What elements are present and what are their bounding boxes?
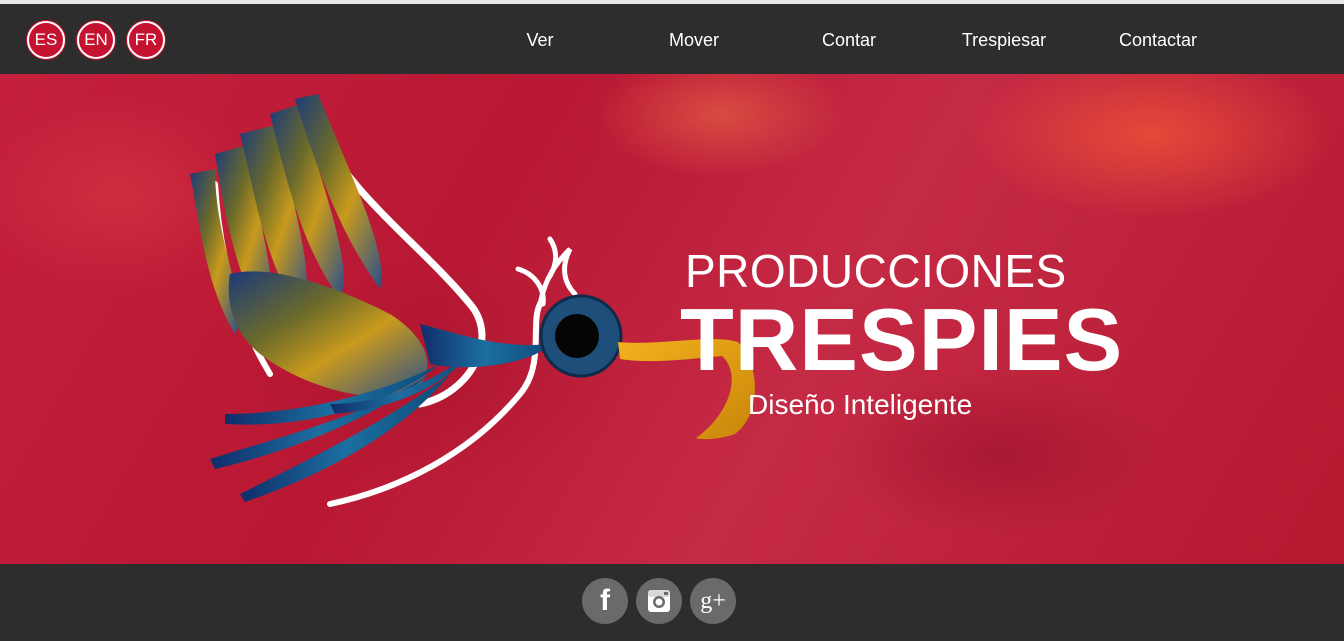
facebook-button[interactable]: f: [582, 578, 628, 624]
instagram-button[interactable]: [636, 578, 682, 624]
footer-bar: f g+: [0, 564, 1344, 641]
language-en-label: EN: [84, 30, 108, 49]
language-es-label: ES: [34, 30, 58, 49]
nav-contar-link[interactable]: Contar: [822, 30, 876, 51]
language-es-button[interactable]: ES: [27, 21, 65, 59]
nav-mover-link[interactable]: Mover: [669, 30, 719, 51]
nav-trespiesar-link[interactable]: Trespiesar: [962, 30, 1046, 51]
top-navbar: ES EN FR Ver Mover Contar Trespiesar Con…: [0, 4, 1344, 74]
nav-contactar-link[interactable]: Contactar: [1119, 30, 1197, 51]
brand-tagline: Diseño Inteligente: [748, 389, 973, 420]
language-fr-label: FR: [134, 30, 158, 49]
nav-ver-link[interactable]: Ver: [526, 30, 553, 51]
language-fr-button[interactable]: FR: [127, 21, 165, 59]
instagram-icon: [648, 590, 670, 612]
google-plus-button[interactable]: g+: [690, 578, 736, 624]
hero-banner: PRODUCCIONES TRESPIES Diseño Inteligente: [0, 74, 1344, 564]
google-plus-icon: g+: [700, 588, 726, 614]
facebook-icon: f: [600, 584, 610, 617]
bird-illustration: [190, 94, 755, 507]
brand-title: TRESPIES: [680, 290, 1124, 389]
language-en-button[interactable]: EN: [77, 21, 115, 59]
